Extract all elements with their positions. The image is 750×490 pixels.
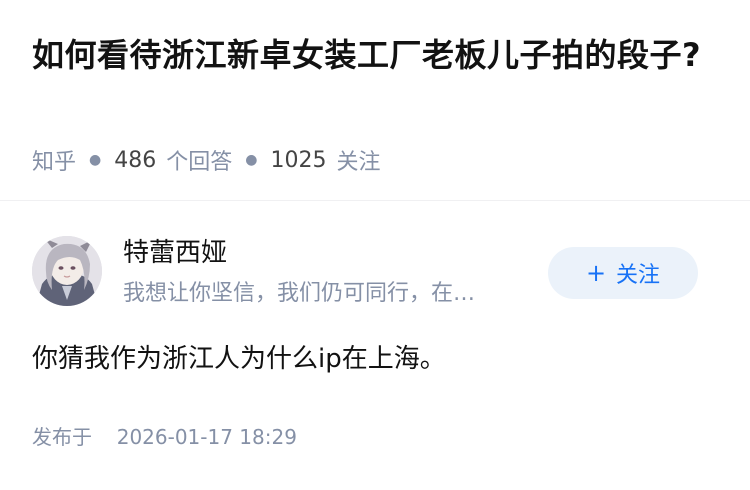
anime-character-avatar-icon bbox=[32, 236, 102, 306]
question-header: 如何看待浙江新卓女装工厂老板儿子拍的段子? 知乎 ● 486 个回答 ● 102… bbox=[0, 0, 750, 200]
question-title[interactable]: 如何看待浙江新卓女装工厂老板儿子拍的段子? bbox=[32, 30, 722, 80]
follow-button-label: 关注 bbox=[616, 263, 661, 288]
follow-button[interactable]: + 关注 bbox=[548, 247, 698, 299]
author-headline: 我想让你坚信，我们仍可同行，在… bbox=[123, 281, 476, 306]
follower-count: 1025 bbox=[270, 147, 327, 173]
meta-separator-dot: ● bbox=[245, 152, 258, 168]
plus-icon: + bbox=[585, 259, 607, 287]
follower-label: 关注 bbox=[336, 150, 381, 175]
meta-separator-dot: ● bbox=[89, 152, 102, 168]
answer-count-label: 个回答 bbox=[166, 150, 233, 175]
answer-content[interactable]: 你猜我作为浙江人为什么ip在上海。 bbox=[32, 336, 722, 382]
question-meta: 知乎 ● 486 个回答 ● 1025 关注 bbox=[32, 143, 380, 177]
author-avatar[interactable] bbox=[32, 236, 102, 306]
publish-info: 发布于 2026-01-17 18:29 bbox=[32, 421, 297, 453]
answer-count: 486 bbox=[114, 147, 157, 173]
author-name[interactable]: 特蕾西娅 bbox=[123, 236, 227, 270]
publish-time: 2026-01-17 18:29 bbox=[116, 425, 297, 449]
section-divider bbox=[0, 200, 750, 201]
publish-prefix: 发布于 bbox=[32, 425, 92, 449]
source-label[interactable]: 知乎 bbox=[32, 144, 76, 176]
